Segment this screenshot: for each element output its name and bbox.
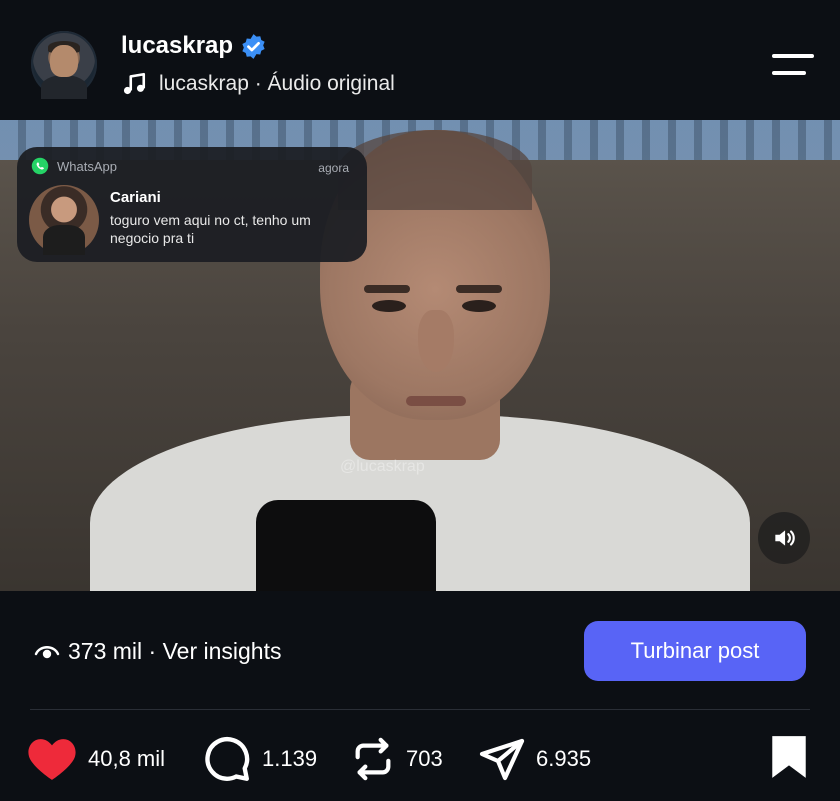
profile-avatar[interactable] bbox=[31, 31, 97, 99]
repost-icon bbox=[355, 737, 391, 781]
music-note-icon bbox=[123, 72, 146, 95]
divider bbox=[30, 709, 810, 710]
like-button[interactable]: 40,8 mil bbox=[26, 728, 165, 790]
comment-count: 1.139 bbox=[262, 746, 318, 771]
comment-button[interactable]: 1.139 bbox=[202, 728, 317, 790]
audio-link[interactable]: lucaskrap · Áudio original bbox=[121, 70, 395, 98]
whatsapp-notification[interactable]: WhatsApp agora Cariani toguro vem aqui n… bbox=[17, 147, 367, 262]
bookmark-icon[interactable] bbox=[768, 734, 810, 780]
sender-avatar bbox=[29, 185, 99, 255]
post-header: lucaskrap lucaskrap · Áudio original bbox=[0, 0, 840, 120]
like-count: 40,8 mil bbox=[88, 746, 166, 771]
comment-icon bbox=[205, 737, 250, 781]
audio-label: lucaskrap · Áudio original bbox=[159, 72, 395, 95]
mute-button[interactable] bbox=[758, 512, 810, 564]
repost-count: 703 bbox=[406, 746, 443, 771]
username[interactable]: lucaskrap bbox=[121, 32, 233, 60]
view-insights-link[interactable]: 373 mil · Ver insights bbox=[34, 636, 281, 666]
eye-icon bbox=[34, 646, 60, 659]
phone bbox=[256, 500, 436, 591]
notification-message: toguro vem aqui no ct, tenho um negocio … bbox=[110, 212, 311, 246]
notification-time: agora bbox=[318, 161, 349, 175]
share-count: 6.935 bbox=[536, 746, 592, 771]
verified-badge-icon bbox=[242, 34, 265, 59]
repost-button[interactable]: 703 bbox=[350, 728, 443, 790]
watermark: @lucaskrap bbox=[340, 458, 425, 475]
heart-icon bbox=[28, 739, 76, 780]
send-icon bbox=[479, 738, 525, 781]
action-bar: 40,8 mil 1.139 703 6.935 bbox=[0, 728, 840, 790]
insights-text: 373 mil · Ver insights bbox=[68, 637, 282, 664]
boost-post-button[interactable]: Turbinar post bbox=[584, 621, 806, 681]
speaker-icon bbox=[775, 530, 795, 546]
menu-icon bbox=[772, 54, 814, 58]
menu-button[interactable] bbox=[768, 52, 816, 82]
notification-app-name: WhatsApp bbox=[57, 159, 117, 174]
share-button[interactable]: 6.935 bbox=[478, 728, 591, 790]
notification-sender: Cariani bbox=[110, 189, 161, 206]
whatsapp-icon bbox=[31, 157, 49, 175]
